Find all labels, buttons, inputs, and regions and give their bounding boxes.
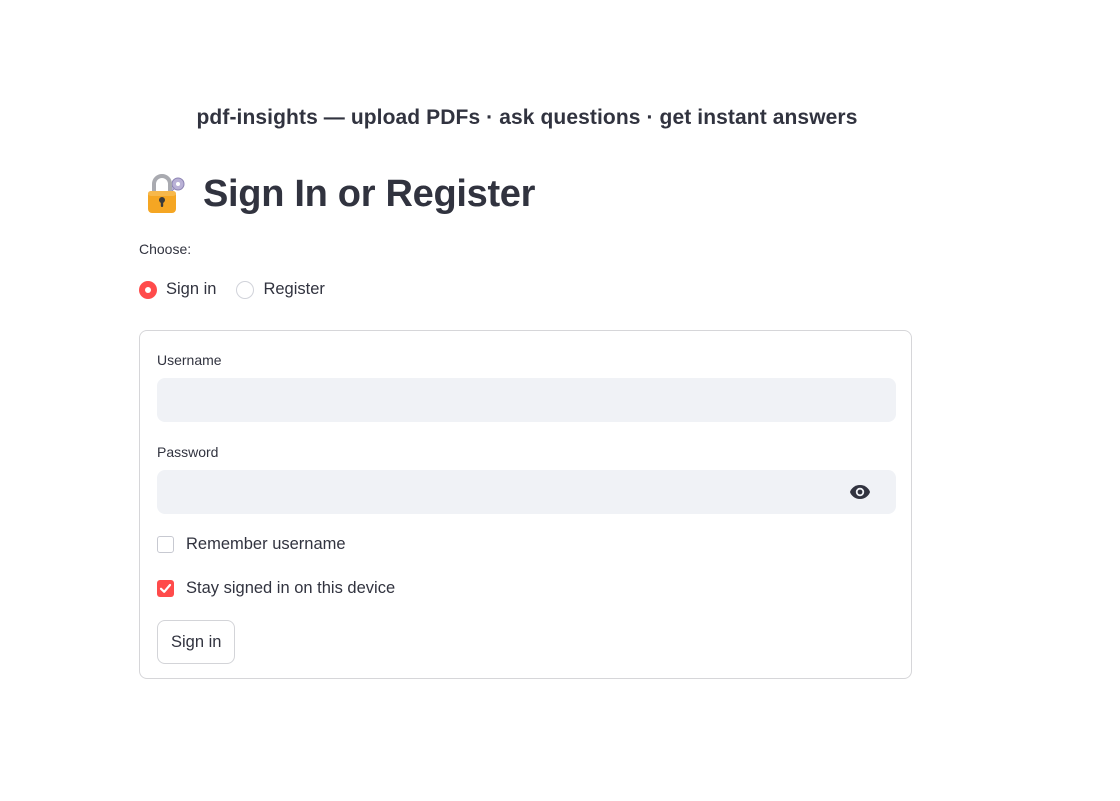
remember-username-checkbox[interactable]: Remember username — [157, 535, 346, 554]
username-label: Username — [157, 352, 222, 368]
checkmark-icon — [159, 583, 172, 593]
sign-in-button[interactable]: Sign in — [157, 620, 236, 664]
password-label: Password — [157, 444, 219, 460]
stay-signed-in-checkbox[interactable]: Stay signed in on this device — [157, 579, 395, 598]
radio-label-sign-in: Sign in — [166, 280, 217, 298]
page: pdf-insights — upload PDFs · ask questio… — [0, 0, 1120, 801]
checkbox-unchecked[interactable] — [157, 536, 174, 553]
checkbox-checked[interactable] — [157, 580, 174, 597]
radio-sign-in[interactable]: Sign in — [139, 280, 216, 299]
radio-label-register: Register — [263, 280, 325, 298]
sign-in-form: Username Password Remember username Stay… — [139, 330, 912, 679]
remember-username-label: Remember username — [186, 535, 346, 553]
mode-selector-label: Choose: — [139, 241, 192, 257]
page-heading: Sign In or Register — [145, 172, 535, 216]
radio-button-selected[interactable] — [139, 280, 157, 299]
radio-button-unselected[interactable] — [236, 280, 255, 299]
lock-with-key-icon — [145, 172, 189, 216]
password-input[interactable] — [157, 470, 896, 514]
eye-icon — [849, 484, 871, 500]
page-title: Sign In or Register — [203, 172, 536, 215]
radio-register[interactable]: Register — [236, 280, 325, 299]
mode-radio-group: Sign in Register — [139, 280, 325, 299]
app-tagline: pdf-insights — upload PDFs · ask questio… — [196, 106, 858, 129]
username-input[interactable] — [157, 378, 896, 422]
show-password-button[interactable] — [844, 480, 876, 504]
stay-signed-in-label: Stay signed in on this device — [186, 579, 396, 597]
